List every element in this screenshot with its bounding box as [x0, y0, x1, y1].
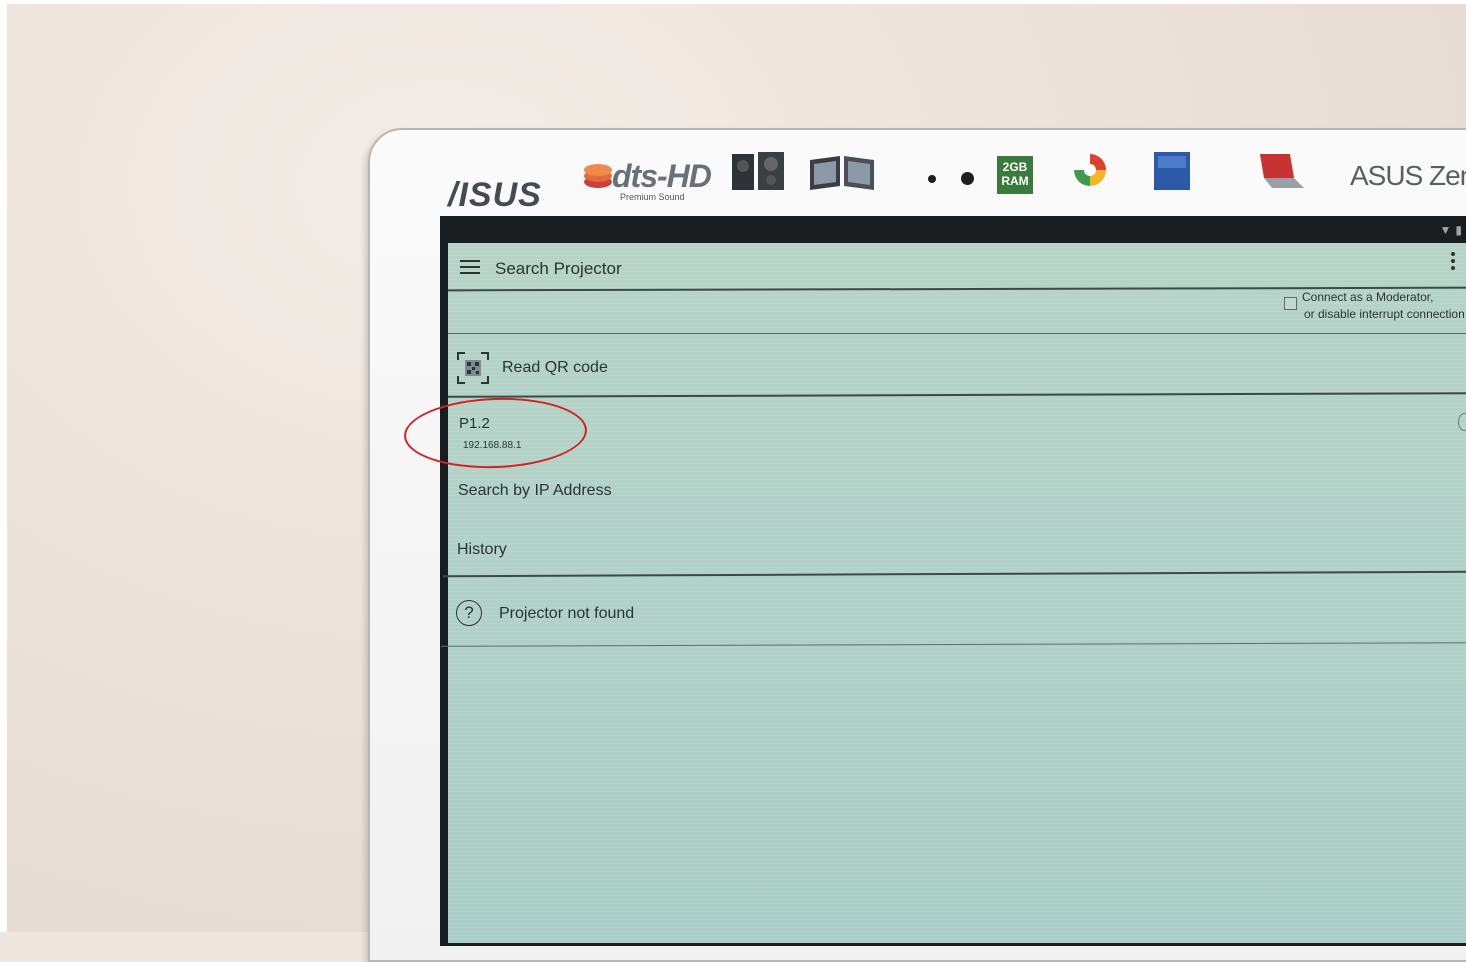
dts-logo-graphic: [582, 162, 614, 190]
ram-badge: 2GB RAM: [997, 156, 1033, 194]
dts-caption: Premium Sound: [620, 192, 685, 202]
dts-hd-logo: dts-HD: [612, 158, 711, 195]
battery-icon: ▮: [1455, 223, 1466, 237]
speaker-sticker: [724, 150, 796, 212]
book-sticker: [804, 150, 880, 212]
page-title: Search Projector: [495, 259, 622, 279]
projector-list-item[interactable]: [448, 398, 1466, 460]
app-sticker: [1070, 150, 1110, 212]
moderator-checkbox[interactable]: [1284, 297, 1297, 310]
moderator-divider: [448, 333, 1466, 334]
projector-not-found-label: Projector not found: [499, 605, 634, 623]
projector-radio[interactable]: [1458, 413, 1466, 431]
qr-code-icon: [457, 352, 489, 384]
zenpad-logo: ASUS ZenP: [1350, 160, 1466, 192]
read-qr-label: Read QR code: [502, 359, 608, 377]
moderator-label-line1: Connect as a Moderator,: [1302, 290, 1433, 304]
laptop-sticker: [1250, 150, 1310, 212]
help-circle-icon[interactable]: ?: [456, 600, 482, 626]
menu-icon[interactable]: [460, 260, 480, 275]
photo-border-left: [0, 0, 7, 932]
display-sticker: [1150, 150, 1194, 212]
moderator-label-line2: or disable interrupt connection: [1304, 307, 1465, 321]
asus-logo: /ISUS: [448, 176, 542, 215]
more-vert-icon[interactable]: [1450, 252, 1456, 272]
status-icons: ▼▮: [1440, 223, 1466, 237]
photo-border-top: [0, 0, 1466, 4]
front-camera: [961, 172, 974, 185]
search-by-ip-item[interactable]: Search by IP Address: [458, 482, 612, 500]
status-bar: ▼▮: [444, 219, 1466, 243]
history-item[interactable]: History: [457, 541, 507, 559]
camera-sensor: [928, 175, 936, 183]
wifi-icon: ▼: [1440, 223, 1456, 237]
